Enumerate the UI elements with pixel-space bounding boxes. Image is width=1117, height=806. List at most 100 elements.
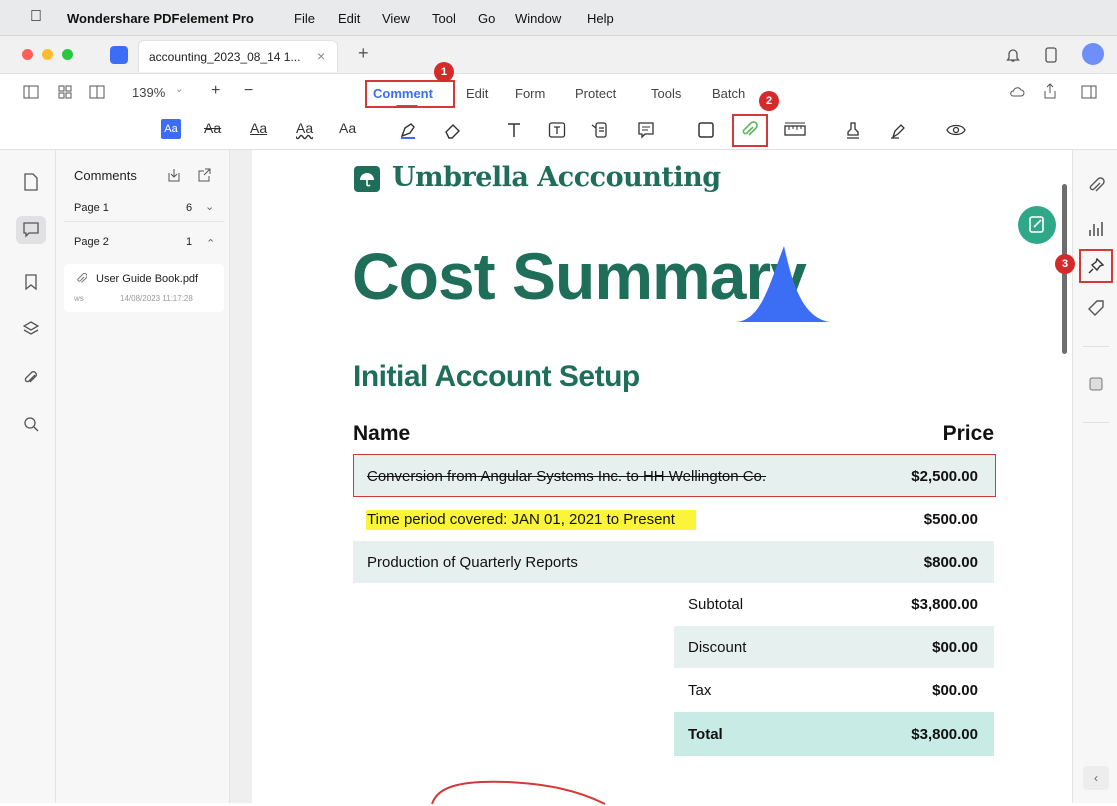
collapse-panel-button[interactable]: ‹ [1083,766,1109,790]
page-gutter [230,150,252,803]
apple-icon[interactable]:  [30,8,42,26]
floating-edit-button[interactable] [1018,206,1056,244]
page-1-count: 6 [186,202,193,214]
attachment-panel-icon[interactable] [1086,176,1106,196]
tax-value: $00.00 [932,682,978,699]
menu-go[interactable]: Go [478,11,495,26]
attachments-rail-icon[interactable] [22,368,40,388]
attachment-tool-highlight [732,114,768,147]
comments-icon[interactable] [22,220,40,240]
page-2-group[interactable]: Page 2 1 ⌃ [64,228,224,256]
chevron-up-icon[interactable]: ⌃ [206,237,215,250]
page-view-icon[interactable] [88,84,106,100]
grid-view-icon[interactable] [56,84,74,100]
eye-icon[interactable] [945,120,967,140]
export-comments-icon[interactable] [196,167,212,183]
zoom-in-button[interactable]: + [211,82,220,100]
row-2-price: $500.00 [923,511,978,528]
zoom-dropdown-chevron-icon[interactable]: ⌄ [175,84,183,95]
zoom-window-button[interactable] [62,49,73,60]
tab-edit[interactable]: Edit [466,86,488,101]
text-field-icon[interactable] [547,120,567,140]
share-icon[interactable] [1041,82,1059,100]
sticky-note-icon[interactable] [636,120,656,140]
cloud-icon[interactable] [1008,84,1026,100]
right-rail: ‹ [1072,150,1117,803]
row-2-name: Time period covered: JAN 01, 2021 to Pre… [367,511,675,528]
device-icon[interactable] [1042,46,1060,64]
layers-icon[interactable] [22,318,40,338]
comment-author: ws [74,294,84,303]
comment-date: 14/08/2023 11:17:28 [120,294,193,303]
paperclip-icon [74,272,88,286]
tax-label: Tax [688,682,712,699]
menu-window[interactable]: Window [515,11,561,26]
row-3-price: $800.00 [923,554,978,571]
zoom-level[interactable]: 139% [132,85,165,100]
comments-panel-title: Comments [74,168,137,183]
menu-file[interactable]: File [294,11,315,26]
page-2-label: Page 2 [74,236,109,248]
menu-view[interactable]: View [382,11,410,26]
close-window-button[interactable] [22,49,33,60]
squiggly-tool[interactable]: Aa [296,120,313,136]
row-3-name: Production of Quarterly Reports [367,554,578,571]
menu-help[interactable]: Help [587,11,614,26]
bookmark-icon[interactable] [22,272,40,292]
page-1-group[interactable]: Page 1 6 ⌄ [64,194,224,222]
row-1-name: Conversion from Angular Systems Inc. to … [367,468,767,485]
callout-icon[interactable] [589,120,609,140]
bell-icon[interactable] [1004,46,1022,64]
highlight-text-tool[interactable]: Aa [161,119,181,139]
right-panel-toggle-icon[interactable] [1080,84,1098,100]
sidebar-toggle-icon[interactable] [22,84,40,100]
tab-tools[interactable]: Tools [651,86,681,101]
comment-tab-highlight [365,80,455,108]
signature-icon[interactable] [888,120,908,140]
new-tab-button[interactable]: + [358,43,369,64]
discount-label: Discount [688,639,747,656]
account-avatar[interactable] [1082,43,1104,65]
chevron-down-icon[interactable]: ⌄ [205,200,214,213]
zoom-out-button[interactable]: − [244,82,253,100]
page-thumbnails-icon[interactable] [22,172,40,192]
row-1-price: $2,500.00 [911,468,978,485]
comment-toolbar: Aa Aa Aa Aa Aa [0,112,1117,150]
tab-batch[interactable]: Batch [712,86,745,101]
insert-text-tool[interactable]: Aa [339,120,356,136]
discount-value: $00.00 [932,639,978,656]
tab-close-icon[interactable]: × [317,48,325,64]
strikethrough-tool[interactable]: Aa [204,120,221,136]
tab-bar: accounting_2023_08_14 1... × + [0,36,1117,74]
text-box-icon[interactable] [504,120,524,140]
total-value: $3,800.00 [911,726,978,743]
rectangle-shape-icon[interactable] [696,120,716,140]
minimize-window-button[interactable] [42,49,53,60]
stamp-icon[interactable] [843,120,863,140]
main-toolbar: 139% ⌄ + − Comment Edit Form Protect Too… [0,74,1117,112]
step-badge-3: 3 [1055,254,1075,274]
menu-bar:  Wondershare PDFelement Pro File Edit V… [0,0,1117,36]
tag-icon[interactable] [1086,298,1106,318]
document-tab-title: accounting_2023_08_14 1... [149,50,301,64]
import-comments-icon[interactable] [166,167,182,183]
divider [1083,346,1109,347]
menu-tool[interactable]: Tool [432,11,456,26]
eraser-icon[interactable] [442,120,462,140]
search-icon[interactable] [22,414,40,434]
step-badge-1: 1 [434,62,454,82]
comment-item[interactable]: User Guide Book.pdf ws 14/08/2023 11:17:… [64,264,224,312]
app-menu[interactable]: Wondershare PDFelement Pro [67,11,254,26]
pen-icon[interactable] [398,120,418,140]
document-tab[interactable]: accounting_2023_08_14 1... × [138,40,338,72]
underline-tool[interactable]: Aa [250,120,267,136]
tab-protect[interactable]: Protect [575,86,616,101]
properties-panel-icon[interactable] [1086,374,1106,394]
total-label: Total [688,726,723,743]
subtotal-label: Subtotal [688,596,744,613]
measure-icon[interactable] [784,120,806,140]
menu-edit[interactable]: Edit [338,11,360,26]
chart-icon[interactable] [1086,218,1106,238]
brand-name: Umbrella Acccounting [392,162,721,193]
tab-form[interactable]: Form [515,86,545,101]
